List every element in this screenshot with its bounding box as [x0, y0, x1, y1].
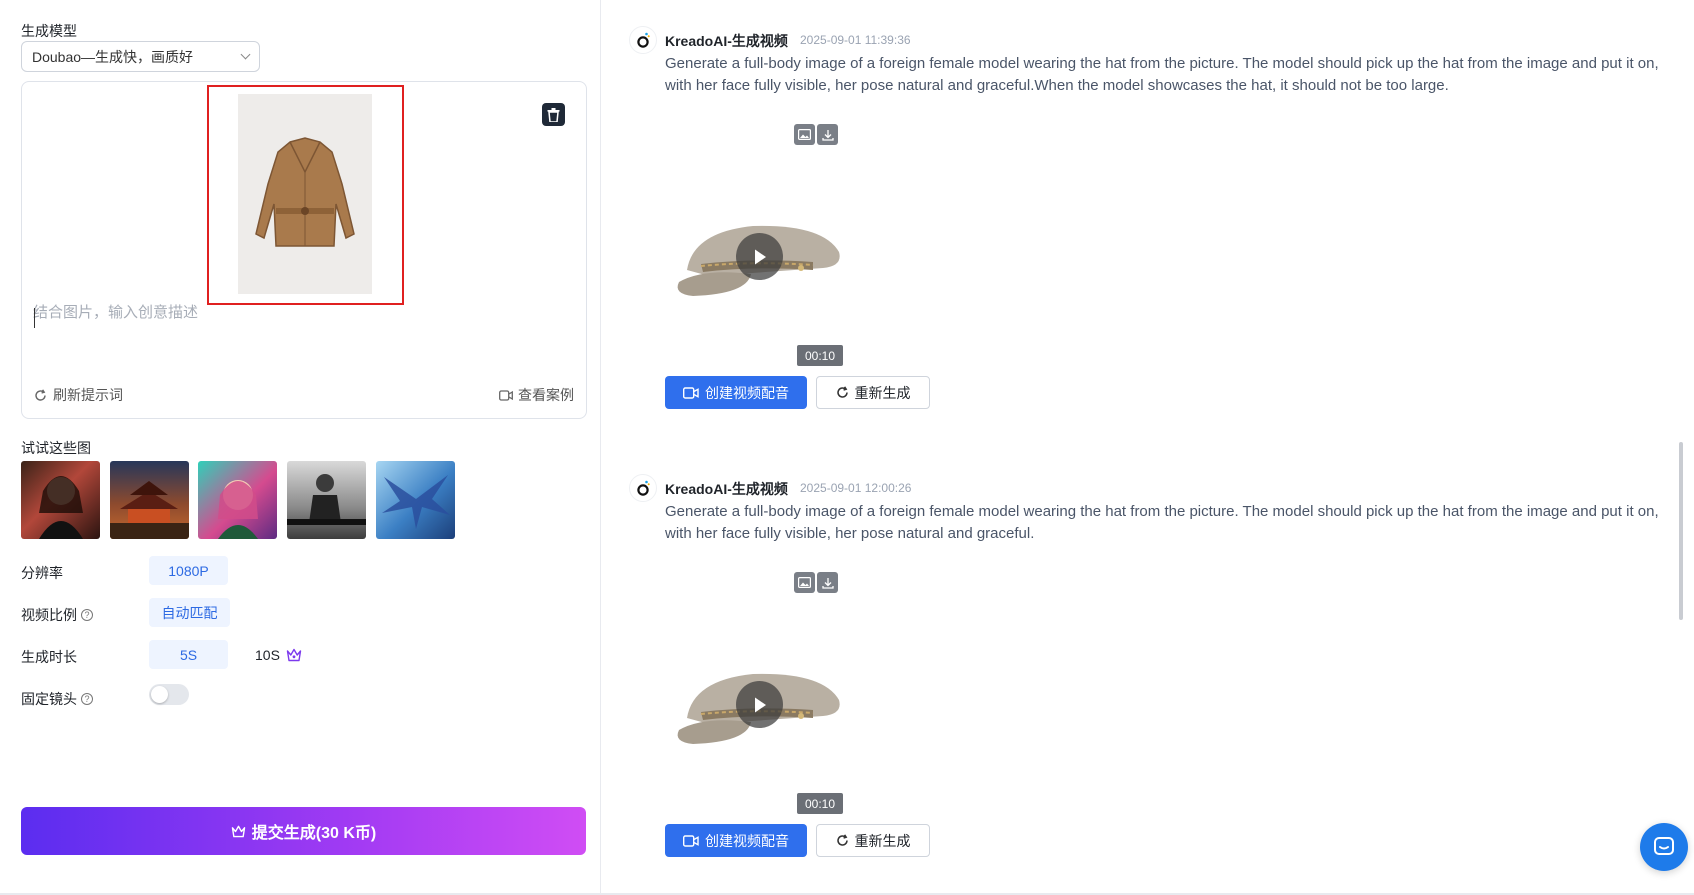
- play-button[interactable]: [736, 681, 783, 728]
- prompt-text: Generate a full-body image of a foreign …: [665, 55, 1659, 94]
- submit-label: 提交生成(30 K币): [251, 825, 377, 842]
- refresh-label: 刷新提示词: [53, 387, 123, 403]
- ratio-chip[interactable]: 自动匹配: [149, 598, 230, 627]
- try-images-label: 试试这些图: [21, 440, 91, 456]
- view-cases-button[interactable]: 查看案例: [499, 385, 574, 405]
- refresh-icon: [836, 834, 848, 846]
- video-duration: 00:10: [797, 793, 843, 814]
- trash-icon: [547, 107, 560, 122]
- sample-image-runner[interactable]: [287, 461, 366, 539]
- regenerate-label: 重新生成: [854, 384, 911, 401]
- help-icon[interactable]: ?: [81, 693, 93, 705]
- kreado-logo-icon: [629, 474, 657, 502]
- video-camera-icon: [683, 834, 699, 847]
- model-select-value: Doubao—生成快，画质好: [32, 48, 194, 65]
- refresh-icon: [836, 386, 848, 398]
- fixed-lens-label: 固定镜头?: [21, 689, 93, 709]
- regenerate-label: 重新生成: [854, 832, 911, 849]
- crown-icon: [286, 648, 302, 661]
- create-audio-button[interactable]: 创建视频配音: [665, 824, 807, 857]
- chat-icon: [1654, 837, 1674, 855]
- view-cases-label: 查看案例: [518, 387, 574, 403]
- play-icon: [754, 697, 766, 712]
- regenerate-button[interactable]: 重新生成: [816, 824, 930, 857]
- scrollbar[interactable]: [1679, 442, 1683, 620]
- refresh-icon: [35, 388, 46, 401]
- duration-5s-chip[interactable]: 5S: [149, 640, 228, 669]
- help-icon[interactable]: ?: [81, 609, 93, 621]
- highlight-box: [207, 85, 404, 305]
- model-select[interactable]: Doubao—生成快，画质好: [21, 41, 260, 72]
- sender-name: KreadoAI-生成视频: [665, 481, 788, 497]
- image-icon[interactable]: [794, 572, 815, 593]
- prompt-text: Generate a full-body image of a foreign …: [665, 503, 1659, 542]
- ratio-label: 视频比例?: [21, 605, 93, 625]
- sample-image-woman[interactable]: [21, 461, 100, 539]
- refresh-prompt-button[interactable]: 刷新提示词: [34, 385, 123, 405]
- result-message: KreadoAI-生成视频 2025-09-01 11:39:36 Genera…: [629, 26, 1669, 446]
- chevron-down-icon: [240, 49, 251, 60]
- crown-icon: [231, 825, 245, 837]
- create-audio-button[interactable]: 创建视频配音: [665, 376, 807, 409]
- result-message: KreadoAI-生成视频 2025-09-01 12:00:26 Genera…: [629, 474, 1669, 895]
- sample-image-anime-girl[interactable]: [198, 461, 277, 539]
- download-icon[interactable]: [817, 124, 838, 145]
- prompt-input[interactable]: [33, 304, 573, 321]
- sample-image-palace[interactable]: [110, 461, 189, 539]
- kreado-logo-icon: [629, 26, 657, 54]
- play-icon: [754, 249, 766, 264]
- fixed-lens-toggle[interactable]: [149, 684, 189, 705]
- video-player[interactable]: 00:10: [665, 562, 854, 858]
- timestamp: 2025-09-01 11:39:36: [800, 33, 911, 47]
- upload-box: 刷新提示词 查看案例: [21, 81, 587, 419]
- left-panel: 生成模型 Doubao—生成快，画质好 结合图片，输入创意描述 刷新提示词 查看…: [0, 0, 601, 895]
- regenerate-button[interactable]: 重新生成: [816, 376, 930, 409]
- create-audio-label: 创建视频配音: [705, 384, 789, 401]
- video-camera-icon: [499, 389, 513, 401]
- play-button[interactable]: [736, 233, 783, 280]
- result-feed: KreadoAI-生成视频 2025-09-01 11:39:36 Genera…: [601, 0, 1694, 895]
- video-player[interactable]: 00:10: [665, 114, 854, 410]
- duration-10s-option[interactable]: 10S: [255, 640, 302, 669]
- image-icon[interactable]: [794, 124, 815, 145]
- resolution-chip[interactable]: 1080P: [149, 556, 228, 585]
- sender-name: KreadoAI-生成视频: [665, 33, 788, 49]
- model-label: 生成模型: [21, 23, 77, 39]
- duration-label: 生成时长: [21, 649, 77, 665]
- text-caret: [34, 308, 35, 328]
- resolution-label: 分辨率: [21, 565, 63, 581]
- delete-image-button[interactable]: [542, 103, 565, 126]
- duration-10s-label: 10S: [255, 646, 280, 663]
- sample-image-dragon[interactable]: [376, 461, 455, 539]
- video-camera-icon: [683, 386, 699, 399]
- submit-button[interactable]: 提交生成(30 K币): [21, 807, 586, 855]
- download-icon[interactable]: [817, 572, 838, 593]
- timestamp: 2025-09-01 12:00:26: [800, 481, 912, 495]
- video-duration: 00:10: [797, 345, 843, 366]
- create-audio-label: 创建视频配音: [705, 832, 789, 849]
- chat-support-button[interactable]: [1640, 823, 1688, 871]
